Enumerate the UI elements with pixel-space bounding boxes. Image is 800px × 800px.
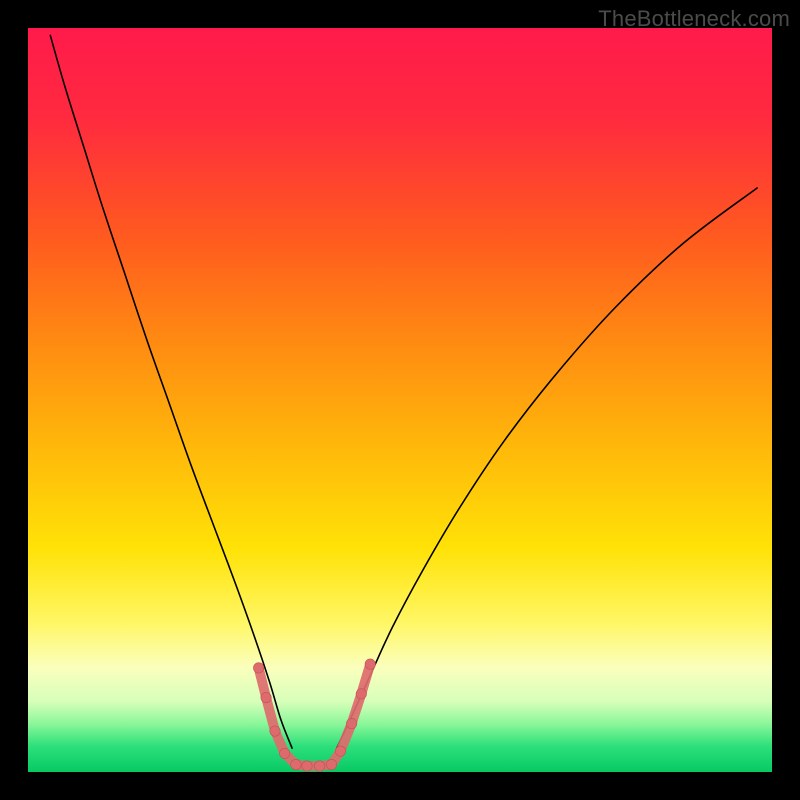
valley-marker (279, 748, 289, 758)
valley-marker (346, 718, 356, 728)
bottleneck-chart (28, 28, 772, 772)
valley-marker (253, 663, 263, 673)
valley-marker (261, 692, 271, 702)
valley-marker (326, 759, 336, 769)
valley-marker (291, 759, 301, 769)
valley-marker (270, 726, 280, 736)
chart-frame: TheBottleneck.com (0, 0, 800, 800)
valley-marker (335, 746, 345, 756)
valley-marker (356, 689, 366, 699)
plot-area (28, 28, 772, 772)
valley-marker (302, 761, 312, 771)
valley-marker (314, 761, 324, 771)
valley-marker (365, 659, 375, 669)
gradient-background (28, 28, 772, 772)
